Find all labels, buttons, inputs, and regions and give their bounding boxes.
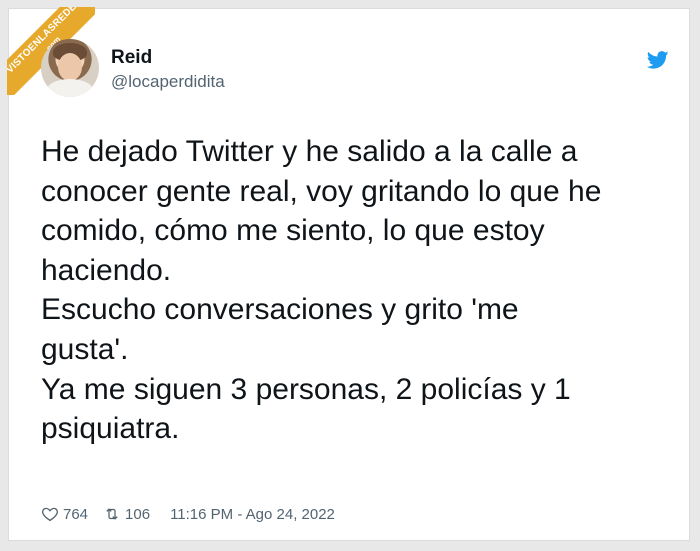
avatar-face — [58, 53, 82, 81]
tweet-footer: 764 106 11:16 PM - Ago 24, 2022 — [41, 503, 335, 525]
retweet-icon — [106, 508, 118, 520]
retweet-button[interactable]: 106 — [103, 505, 150, 523]
heart-icon — [42, 507, 58, 522]
tweet-text: He dejado Twitter y he salido a la calle… — [41, 135, 602, 446]
retweet-count: 106 — [125, 505, 151, 523]
tweet-timestamp[interactable]: 11:16 PM - Ago 24, 2022 — [170, 506, 335, 523]
author-name[interactable]: Reid — [111, 47, 152, 69]
twitter-bird-icon[interactable] — [645, 49, 671, 71]
tweet-card: VISTOENLASREDES .com Reid @locaperdidita… — [7, 7, 690, 541]
avatar[interactable] — [41, 39, 99, 97]
author-handle[interactable]: @locaperdidita — [111, 72, 225, 92]
like-count: 764 — [63, 505, 89, 523]
like-button[interactable]: 764 — [41, 505, 88, 523]
avatar-shirt — [47, 79, 93, 97]
